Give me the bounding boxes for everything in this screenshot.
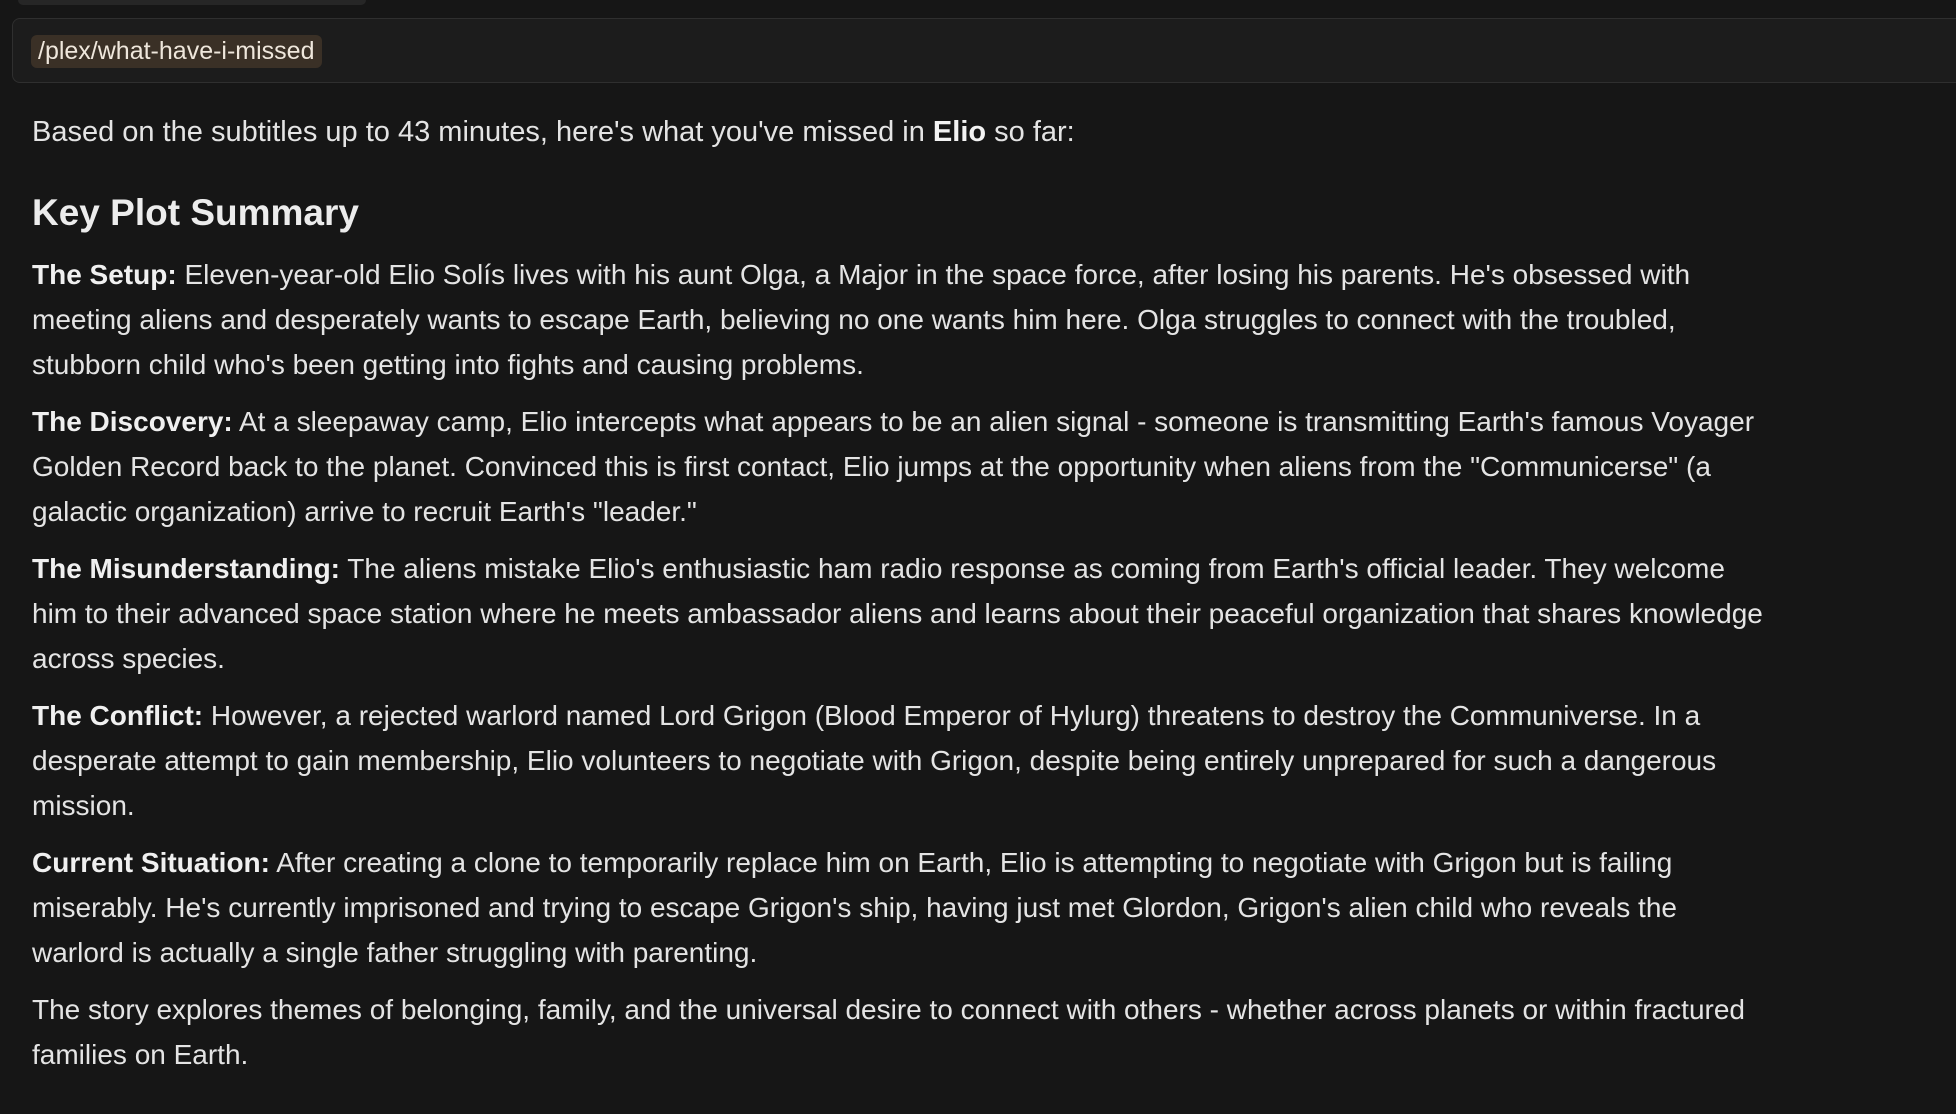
paragraph-conflict: The Conflict: However, a rejected warlor…: [32, 693, 1936, 828]
paragraph-misunderstanding: The Misunderstanding: The aliens mistake…: [32, 546, 1936, 681]
paragraph-line: The Setup: Eleven-year-old Elio Solís li…: [32, 252, 1936, 297]
intro-text: Based on the subtitles up to 43 minutes,…: [32, 110, 1936, 155]
paragraph-label: Current Situation:: [32, 847, 270, 878]
assistant-response: Based on the subtitles up to 43 minutes,…: [32, 110, 1936, 1077]
paragraph-line: him to their advanced space station wher…: [32, 598, 1763, 629]
paragraph-line: mission.: [32, 790, 135, 821]
paragraph-current-situation: Current Situation: After creating a clon…: [32, 840, 1936, 975]
closing-paragraph: The story explores themes of belonging, …: [32, 987, 1936, 1077]
paragraph-text: After creating a clone to temporarily re…: [270, 847, 1673, 878]
top-tab-stub: [18, 0, 366, 5]
paragraph-line: The Misunderstanding: The aliens mistake…: [32, 546, 1936, 591]
paragraph-line: across species.: [32, 643, 225, 674]
paragraph-line: The Discovery: At a sleepaway camp, Elio…: [32, 399, 1936, 444]
paragraph-line: warlord is actually a single father stru…: [32, 937, 758, 968]
paragraph-label: The Conflict:: [32, 700, 204, 731]
command-message: /plex/what-have-i-missed: [12, 18, 1956, 83]
paragraph-label: The Misunderstanding:: [32, 553, 340, 584]
intro-suffix: so far:: [986, 116, 1075, 148]
paragraph-line: The story explores themes of belonging, …: [32, 994, 1746, 1025]
paragraph-text: However, a rejected warlord named Lord G…: [203, 700, 1701, 731]
paragraph-line: meeting aliens and desperately wants to …: [32, 304, 1676, 335]
paragraph-text: At a sleepaway camp, Elio intercepts wha…: [232, 406, 1755, 437]
paragraph-text: Eleven-year-old Elio Solís lives with hi…: [176, 259, 1691, 290]
paragraph-line: The Conflict: However, a rejected warlor…: [32, 693, 1936, 738]
paragraph-discovery: The Discovery: At a sleepaway camp, Elio…: [32, 399, 1936, 534]
paragraph-line: desperate attempt to gain membership, El…: [32, 745, 1717, 776]
paragraph-label: The Discovery:: [32, 406, 233, 437]
paragraph-line: families on Earth.: [32, 1039, 249, 1070]
movie-title: Elio: [932, 116, 987, 148]
command-chip[interactable]: /plex/what-have-i-missed: [31, 35, 322, 68]
section-heading: Key Plot Summary: [32, 192, 359, 233]
paragraph-line: Golden Record back to the planet. Convin…: [32, 451, 1711, 482]
paragraph-line: miserably. He's currently imprisoned and…: [32, 892, 1677, 923]
paragraph-line: Current Situation: After creating a clon…: [32, 840, 1936, 885]
paragraph-label: The Setup:: [32, 259, 177, 290]
intro-prefix: Based on the subtitles up to 43 minutes,…: [32, 116, 933, 148]
paragraph-setup: The Setup: Eleven-year-old Elio Solís li…: [32, 252, 1936, 387]
paragraph-line: stubborn child who's been getting into f…: [32, 349, 864, 380]
paragraph-text: The aliens mistake Elio's enthusiastic h…: [340, 553, 1725, 584]
paragraph-line: galactic organization) arrive to recruit…: [32, 496, 697, 527]
